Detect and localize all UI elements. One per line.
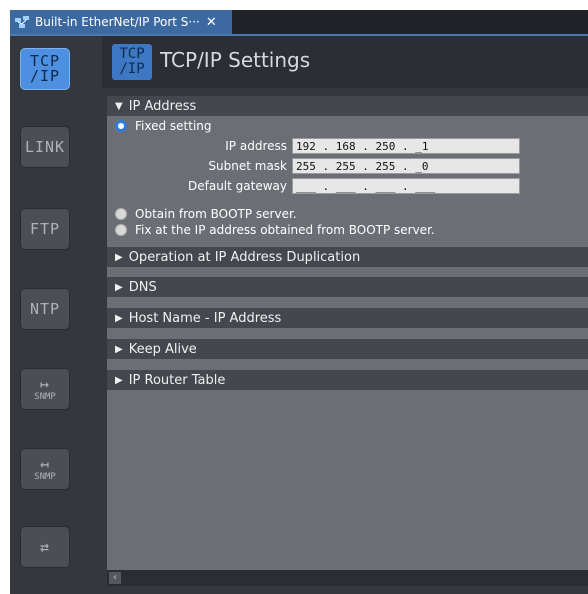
fixed-setting-label: Fixed setting — [135, 119, 212, 133]
chevron-right-icon: ▶ — [115, 251, 123, 263]
sidebar-item-tcpip[interactable]: TCP /IP — [20, 48, 70, 90]
sidebar: TCP /IP LINK FTP NTP ↦ SNMP ↤ SNMP ⇄ — [10, 36, 102, 594]
fix-bootp-radio[interactable] — [115, 224, 127, 236]
section-ip-address[interactable]: ▼ IP Address — [107, 96, 588, 116]
snmp-trap-icon: SNMP — [34, 471, 56, 482]
page-title: TCP/IP Settings — [160, 48, 311, 72]
chevron-right-icon: ▶ — [115, 343, 123, 355]
link-icon: LINK — [24, 137, 66, 156]
section-host-name-label: Host Name - IP Address — [128, 310, 282, 326]
app-window: Built-in EtherNet/IP Port S··· ✕ TCP /IP… — [10, 10, 588, 594]
snmp-trap-arrow-icon: ↤ — [39, 454, 51, 473]
horizontal-scrollbar[interactable]: ‹ — [107, 570, 588, 586]
section-ip-address-label: IP Address — [128, 98, 197, 114]
sidebar-item-link[interactable]: LINK — [20, 126, 70, 168]
scroll-left-icon[interactable]: ‹ — [109, 572, 121, 584]
fixed-setting-radio[interactable] — [115, 120, 127, 132]
ftp-icon: FTP — [29, 219, 61, 238]
sidebar-item-snmp[interactable]: ↦ SNMP — [20, 368, 70, 410]
subnet-mask-label: Subnet mask — [208, 159, 287, 173]
main-panel: TCP /IP TCP/IP Settings ▼ IP Address Fix… — [102, 36, 588, 594]
sidebar-item-snmp-trap[interactable]: ↤ SNMP — [20, 448, 70, 490]
router-icon: ⇄ — [39, 537, 51, 556]
header-icon-line1: TCP — [119, 46, 145, 62]
sidebar-item-router[interactable]: ⇄ — [20, 526, 70, 568]
sidebar-item-ftp[interactable]: FTP — [20, 208, 70, 250]
snmp-arrow-icon: ↦ — [39, 374, 51, 393]
section-keep-alive-label: Keep Alive — [128, 341, 197, 357]
default-gateway-label: Default gateway — [188, 179, 287, 193]
tab-bar: Built-in EtherNet/IP Port S··· ✕ — [10, 10, 588, 36]
ip-address-label: IP address — [225, 139, 287, 153]
network-icon — [14, 15, 30, 29]
ip-address-field[interactable]: 192 . 168 . 250 . _1 — [292, 138, 520, 154]
subnet-mask-field[interactable]: 255 . 255 . 255 . _0 — [292, 158, 520, 174]
sidebar-item-ntp[interactable]: NTP — [20, 288, 70, 330]
tab-ethernet-ip-port[interactable]: Built-in EtherNet/IP Port S··· ✕ — [10, 10, 232, 34]
close-icon[interactable]: ✕ — [206, 15, 217, 30]
ntp-icon: NTP — [29, 299, 61, 318]
header-icon-line2: /IP — [119, 61, 145, 77]
tcpip-header-icon: TCP /IP — [112, 44, 152, 80]
chevron-down-icon: ▼ — [115, 100, 123, 112]
section-router-table[interactable]: ▶ IP Router Table — [107, 370, 588, 390]
default-gateway-field[interactable]: ___ . ___ . ___ . ___ — [292, 178, 520, 194]
settings-content: ▼ IP Address Fixed setting IP address 19… — [107, 96, 588, 586]
section-dns[interactable]: ▶ DNS — [107, 277, 588, 297]
chevron-right-icon: ▶ — [115, 374, 123, 386]
snmp-icon: SNMP — [34, 391, 56, 402]
section-dns-label: DNS — [128, 279, 157, 295]
section-keep-alive[interactable]: ▶ Keep Alive — [107, 339, 588, 359]
page-header: TCP /IP TCP/IP Settings — [102, 36, 588, 88]
section-host-name[interactable]: ▶ Host Name - IP Address — [107, 308, 588, 328]
bootp-label: Obtain from BOOTP server. — [135, 207, 297, 221]
tcpip-icon-line2: /IP — [29, 67, 61, 85]
chevron-right-icon: ▶ — [115, 281, 123, 293]
section-router-table-label: IP Router Table — [128, 372, 226, 388]
chevron-right-icon: ▶ — [115, 312, 123, 324]
section-duplication[interactable]: ▶ Operation at IP Address Duplication — [107, 247, 588, 267]
section-duplication-label: Operation at IP Address Duplication — [128, 249, 361, 265]
tab-title: Built-in EtherNet/IP Port S··· — [35, 15, 200, 29]
fix-bootp-label: Fix at the IP address obtained from BOOT… — [135, 223, 435, 237]
bootp-radio[interactable] — [115, 208, 127, 220]
